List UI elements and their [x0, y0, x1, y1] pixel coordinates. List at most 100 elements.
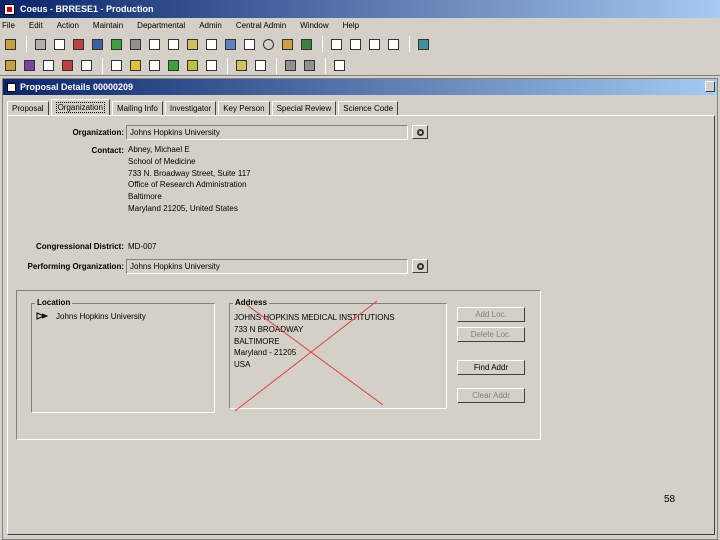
- app-icon: [4, 3, 15, 15]
- window-icon[interactable]: [385, 36, 401, 52]
- organization-field[interactable]: Johns Hopkins University: [126, 125, 408, 140]
- notepad-icon[interactable]: [203, 58, 219, 74]
- cascade-icon[interactable]: [328, 36, 344, 52]
- performing-organization-value: Johns Hopkins University: [130, 262, 220, 271]
- page-number: 58: [664, 494, 676, 505]
- tile-horizontal-icon[interactable]: [347, 36, 363, 52]
- toolbar-separator: [325, 57, 326, 74]
- performing-organization-search-button[interactable]: [412, 259, 428, 273]
- menu-action[interactable]: Action: [57, 21, 79, 30]
- congressional-district-value: MD-007: [128, 242, 157, 251]
- tree-icon[interactable]: [165, 36, 181, 52]
- award-icon[interactable]: [32, 36, 48, 52]
- add-location-button[interactable]: Add Loc.: [457, 307, 525, 322]
- toolbar-separator: [102, 57, 103, 74]
- main-toolbar: [0, 34, 720, 54]
- unit-icon[interactable]: [127, 36, 143, 52]
- cross-out-mark: [234, 300, 384, 412]
- person-icon[interactable]: [108, 36, 124, 52]
- yes-no-icon[interactable]: [184, 58, 200, 74]
- location-item[interactable]: Johns Hopkins University: [56, 312, 146, 321]
- print-icon[interactable]: [282, 58, 298, 74]
- row-pointer-icon: [36, 312, 48, 320]
- tab-mailing-info[interactable]: Mailing Info: [111, 101, 163, 115]
- tab-label: Investigator: [169, 104, 212, 113]
- tab-special-review[interactable]: Special Review: [271, 101, 337, 115]
- hierarchy-icon[interactable]: [146, 36, 162, 52]
- clear-address-button[interactable]: Clear Addr: [457, 388, 525, 403]
- location-group: Johns Hopkins University Location JOHNS …: [16, 290, 541, 440]
- menu-file[interactable]: File: [2, 21, 15, 30]
- toolbar-separator: [227, 57, 228, 74]
- validate-icon[interactable]: [40, 58, 56, 74]
- proposal-icon[interactable]: [2, 36, 18, 52]
- printer-icon[interactable]: [298, 36, 314, 52]
- narrative-icon[interactable]: [146, 58, 162, 74]
- delete-location-button[interactable]: Delete Loc.: [457, 327, 525, 342]
- close-window-button[interactable]: [705, 81, 715, 92]
- find-address-button[interactable]: Find Addr: [457, 360, 525, 375]
- toolbar-separator: [276, 57, 277, 74]
- menu-departmental[interactable]: Departmental: [137, 21, 185, 30]
- save-icon[interactable]: [59, 58, 75, 74]
- close-doc-icon[interactable]: [331, 58, 347, 74]
- pause-icon[interactable]: [241, 36, 257, 52]
- document-toolbar: [0, 56, 720, 76]
- tab-key-person[interactable]: Key Person: [218, 101, 270, 115]
- congressional-district-label: Congressional District:: [35, 242, 124, 251]
- app-title: Coeus - BRRESE1 - Production: [20, 4, 154, 14]
- search-icon: [416, 262, 424, 270]
- performing-organization-field[interactable]: Johns Hopkins University: [126, 259, 408, 274]
- menu-edit[interactable]: Edit: [29, 21, 43, 30]
- contact-address: Abney, Michael E School of Medicine 733 …: [128, 144, 251, 215]
- contact-line: Office of Research Administration: [128, 180, 247, 190]
- exit-icon[interactable]: [415, 36, 431, 52]
- toolbar-separator: [409, 36, 410, 52]
- tile-vertical-icon[interactable]: [366, 36, 382, 52]
- budget-icon[interactable]: [108, 58, 124, 74]
- tab-organization[interactable]: Organization: [50, 99, 110, 115]
- warning-icon[interactable]: [127, 58, 143, 74]
- copy-icon[interactable]: [233, 58, 249, 74]
- contact-line: 733 N. Broadway Street, Suite 117: [128, 168, 251, 178]
- sponsor-icon[interactable]: [70, 36, 86, 52]
- document-icon: [7, 82, 16, 92]
- search-icon[interactable]: [222, 36, 238, 52]
- location-list[interactable]: Johns Hopkins University: [31, 303, 215, 413]
- toolbar-separator: [26, 36, 27, 52]
- mail-icon[interactable]: [78, 58, 94, 74]
- back-arrow-icon[interactable]: [21, 58, 37, 74]
- lock-icon[interactable]: [279, 36, 295, 52]
- app-title-bar: Coeus - BRRESE1 - Production: [0, 0, 720, 18]
- menu-help[interactable]: Help: [343, 21, 359, 30]
- tab-science-code[interactable]: Science Code: [338, 101, 399, 115]
- approval-icon[interactable]: [165, 58, 181, 74]
- tab-label: Science Code: [343, 104, 394, 113]
- tab-proposal[interactable]: Proposal: [7, 101, 49, 115]
- organization-label: Organization:: [72, 128, 124, 137]
- menu-central-admin[interactable]: Central Admin: [236, 21, 286, 30]
- location-title: Location: [35, 298, 73, 307]
- menu-bar: File Edit Action Maintain Departmental A…: [0, 18, 720, 32]
- organization-search-button[interactable]: [412, 125, 428, 139]
- menu-window[interactable]: Window: [300, 21, 328, 30]
- contact-line: Baltimore: [128, 192, 162, 202]
- tab-investigator[interactable]: Investigator: [164, 101, 217, 115]
- edit-icon[interactable]: [2, 58, 18, 74]
- contact-label: Contact:: [91, 146, 124, 155]
- disk-icon[interactable]: [301, 58, 317, 74]
- route-icon[interactable]: [252, 58, 268, 74]
- tab-label: Mailing Info: [116, 104, 158, 113]
- contact-line: Maryland 21205, United States: [128, 203, 238, 213]
- toolbar-separator: [322, 36, 323, 52]
- menu-admin[interactable]: Admin: [199, 21, 222, 30]
- settings-icon[interactable]: [260, 36, 276, 52]
- roles-icon[interactable]: [203, 36, 219, 52]
- contact-line: Abney, Michael E: [128, 145, 190, 154]
- menu-maintain[interactable]: Maintain: [93, 21, 123, 30]
- users-icon[interactable]: [184, 36, 200, 52]
- rolodex-icon[interactable]: [51, 36, 67, 52]
- organization-icon[interactable]: [89, 36, 105, 52]
- organization-panel: Organization: Johns Hopkins University C…: [7, 115, 715, 535]
- proposal-details-window: Proposal Details 00000209 Proposal Organ…: [2, 78, 718, 540]
